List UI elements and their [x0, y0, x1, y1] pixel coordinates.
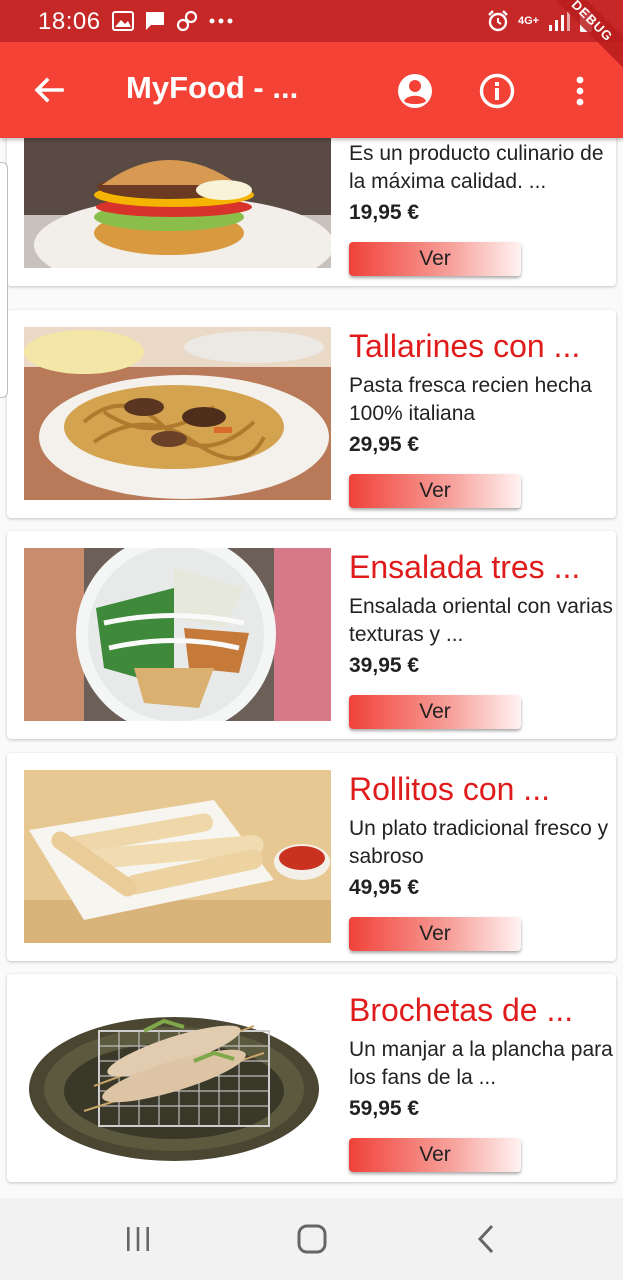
product-name: Brochetas de ...: [349, 992, 574, 1028]
product-description: Pasta fresca recien hecha 100% italiana: [349, 374, 592, 425]
link-icon: [176, 10, 198, 32]
account-icon[interactable]: [396, 72, 434, 110]
product-list: Es un producto culinario de la máxima ca…: [0, 138, 623, 1198]
product-card[interactable]: Es un producto culinario de la máxima ca…: [7, 138, 616, 286]
app-bar: MyFood - ...: [0, 42, 623, 138]
arrow-back-icon[interactable]: [30, 72, 66, 108]
product-name: Ensalada tres ...: [349, 549, 581, 585]
product-description: Es un producto culinario de la máxima ca…: [349, 142, 604, 193]
status-bar: 18:06 4G+: [0, 0, 623, 42]
product-image-salad: [24, 548, 331, 721]
more-vert-icon[interactable]: [566, 72, 594, 110]
more-dots-icon: [209, 18, 233, 24]
product-price: 59,95 €: [349, 1097, 420, 1120]
product-price: 29,95 €: [349, 433, 420, 456]
product-description: Un plato tradicional fresco y sabroso: [349, 817, 609, 868]
status-left-icons: [112, 8, 234, 34]
product-image-skewers: [24, 991, 331, 1164]
edge-panel-handle[interactable]: [0, 162, 8, 398]
system-nav-bar: [0, 1198, 623, 1280]
product-card[interactable]: Rollitos con ... Un plato tradicional fr…: [7, 753, 616, 961]
message-icon: [146, 12, 164, 30]
view-button[interactable]: Ver: [349, 917, 521, 951]
product-name: Tallarines con ...: [349, 328, 581, 364]
product-card[interactable]: Ensalada tres ... Ensalada oriental con …: [7, 531, 616, 739]
signal-icon: [549, 11, 571, 31]
status-time: 18:06: [38, 8, 101, 35]
home-icon[interactable]: [295, 1222, 329, 1256]
product-price: 19,95 €: [349, 201, 420, 224]
back-icon[interactable]: [470, 1222, 504, 1256]
product-name: Rollitos con ...: [349, 771, 550, 807]
alarm-icon: [488, 10, 508, 32]
view-button[interactable]: Ver: [349, 1138, 521, 1172]
product-price: 49,95 €: [349, 876, 420, 899]
product-image-noodles: [24, 327, 331, 500]
recent-apps-icon[interactable]: [121, 1222, 155, 1256]
product-description: Ensalada oriental con varias texturas y …: [349, 595, 613, 646]
info-icon[interactable]: [478, 72, 516, 110]
view-button[interactable]: Ver: [349, 474, 521, 508]
view-button[interactable]: Ver: [349, 695, 521, 729]
network-type: 4G+: [518, 15, 540, 27]
product-image-rolls: [24, 770, 331, 943]
product-card[interactable]: Tallarines con ... Pasta fresca recien h…: [7, 310, 616, 518]
image-icon: [112, 11, 134, 31]
view-button[interactable]: Ver: [349, 242, 521, 276]
product-image-burger: [24, 138, 331, 268]
product-description: Un manjar a la plancha para los fans de …: [349, 1038, 613, 1089]
product-card[interactable]: Brochetas de ... Un manjar a la plancha …: [7, 974, 616, 1182]
product-price: 39,95 €: [349, 654, 420, 677]
page-title: MyFood - ...: [126, 70, 299, 105]
